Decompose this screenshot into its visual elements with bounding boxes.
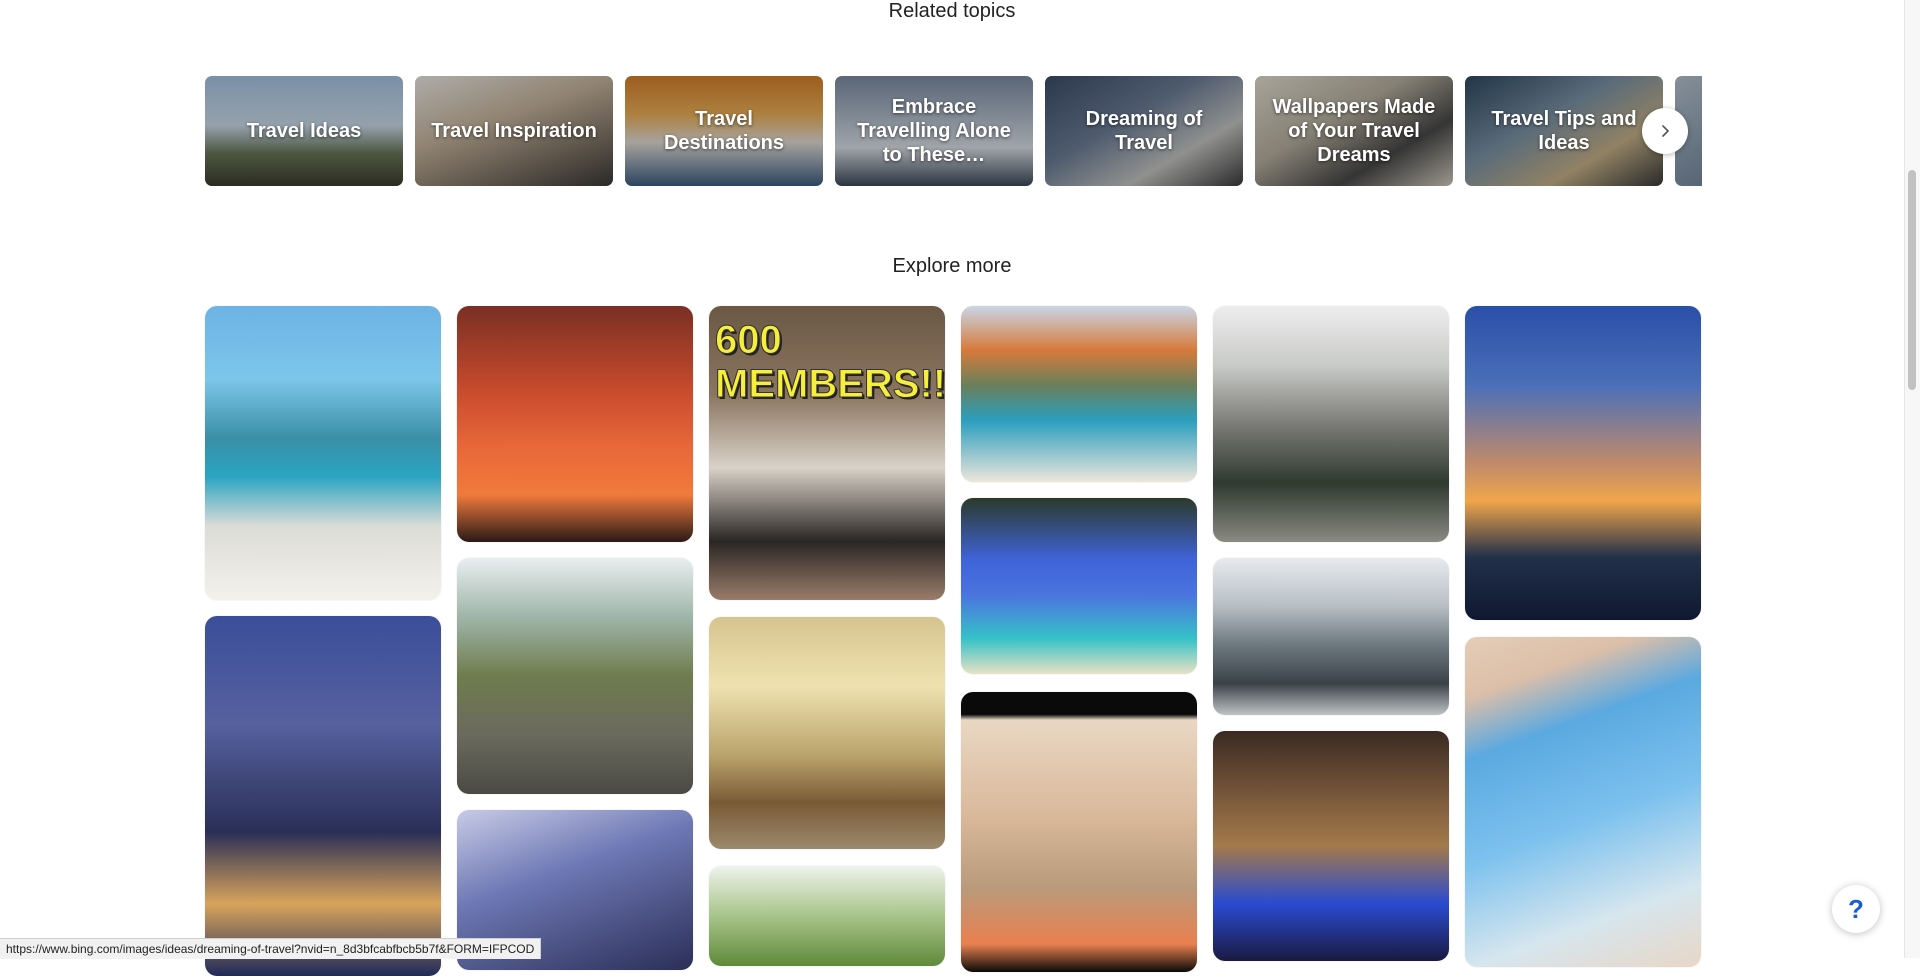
related-topic-card[interactable]: Travel Inspiration	[415, 76, 613, 186]
related-topic-label: Travel Tips and Ideas	[1491, 108, 1637, 154]
related-topic-label: Embrace Travelling Alone to These…	[857, 96, 1011, 166]
explore-image-tile[interactable]	[205, 306, 441, 600]
help-button[interactable]: ?	[1832, 885, 1880, 933]
related-topic-card[interactable]: Dreaming of Travel	[1045, 76, 1243, 186]
status-bar-url: https://www.bing.com/images/ideas/dreami…	[0, 938, 542, 959]
related-topic-card[interactable]: Embrace Travelling Alone to These…	[835, 76, 1033, 186]
explore-image-tile[interactable]	[1213, 558, 1449, 715]
related-topic-card[interactable]: Wallpapers Made of Your Travel Dreams	[1255, 76, 1453, 186]
related-topic-label: Dreaming of Travel	[1085, 108, 1203, 154]
related-topic-card[interactable]: Travel Ideas	[205, 76, 403, 186]
related-topic-card[interactable]: Travel Tips and Ideas	[1465, 76, 1663, 186]
scrollbar-thumb[interactable]	[1908, 170, 1916, 390]
related-topic-label: Travel Ideas	[246, 120, 362, 142]
explore-image-tile[interactable]	[205, 616, 441, 976]
related-topic-label: Wallpapers Made of Your Travel Dreams	[1272, 96, 1436, 166]
explore-image-tile[interactable]: 600 MEMBERS!!	[709, 306, 945, 600]
explore-image-tile[interactable]	[961, 306, 1197, 482]
explore-image-tile[interactable]	[1213, 306, 1449, 542]
related-topic-label: Travel Inspiration	[431, 120, 597, 142]
explore-more-title: Explore more	[892, 255, 1012, 277]
related-topic-label: Travel Destinations	[663, 108, 785, 154]
explore-image-tile[interactable]	[1465, 637, 1701, 967]
explore-image-tile[interactable]	[961, 498, 1197, 674]
related-topics-title: Related topics	[888, 0, 1016, 22]
scrollbar-track[interactable]	[1904, 0, 1920, 958]
explore-image-tile[interactable]	[457, 306, 693, 542]
explore-image-tile[interactable]	[709, 866, 945, 966]
explore-image-tile[interactable]	[1465, 306, 1701, 620]
explore-image-tile[interactable]	[709, 617, 945, 849]
related-topics-carousel: Travel Ideas Travel Inspiration Travel Des…	[205, 76, 1702, 186]
carousel-next-button[interactable]	[1642, 108, 1688, 154]
explore-image-tile[interactable]	[1213, 731, 1449, 961]
related-topic-card[interactable]: Travel Destinations	[625, 76, 823, 186]
chevron-right-icon	[1662, 125, 1669, 137]
explore-image-tile[interactable]	[961, 692, 1197, 972]
image-overlay-text: 600 MEMBERS!!	[714, 318, 945, 407]
explore-image-tile[interactable]	[457, 558, 693, 794]
